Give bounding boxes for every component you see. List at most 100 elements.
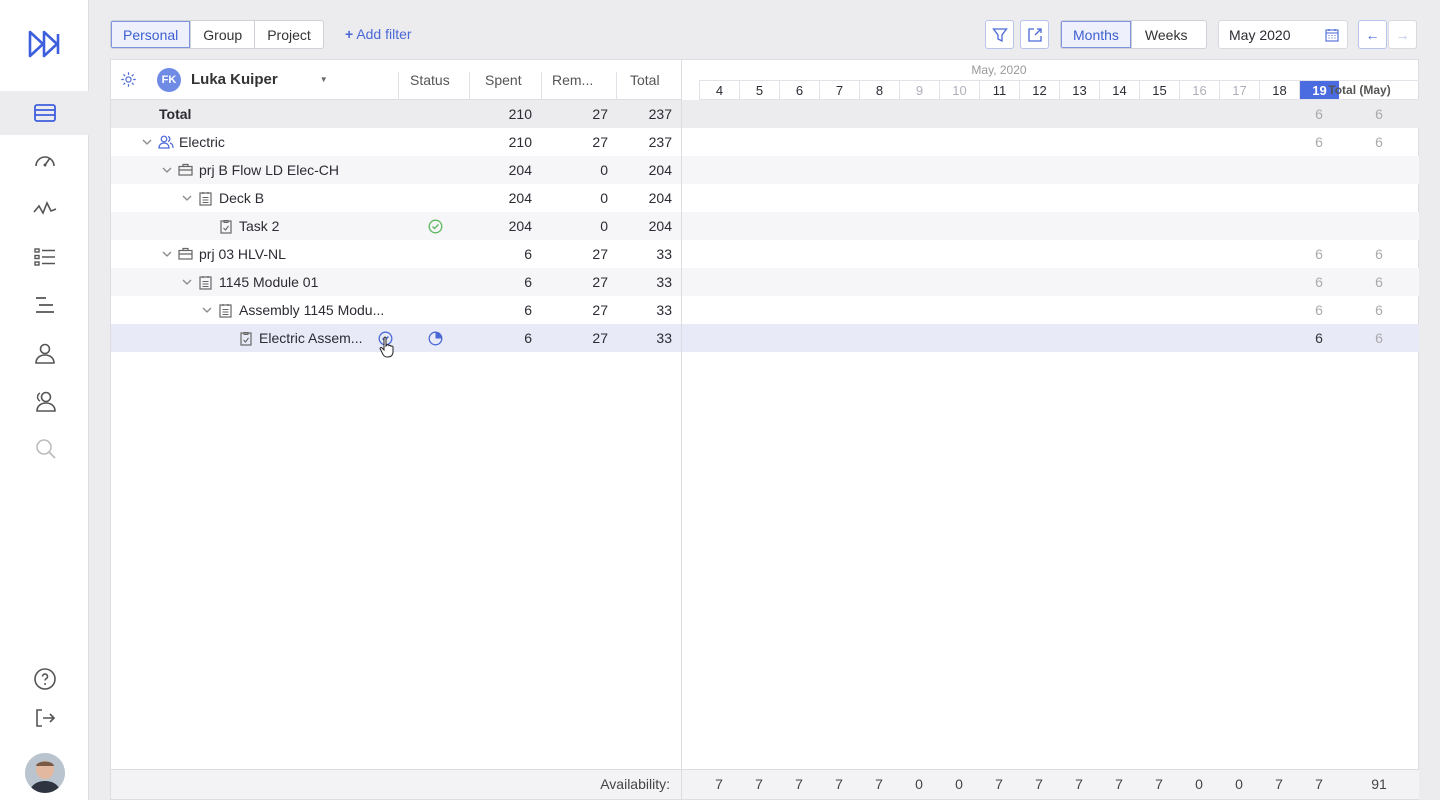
day-header[interactable]: 9 (899, 80, 939, 100)
add-filter-button[interactable]: + Add filter (345, 26, 412, 42)
calendar-row[interactable]: 66 (682, 100, 1419, 128)
calendar-row[interactable] (682, 156, 1419, 184)
chevron-down-icon[interactable] (162, 166, 172, 174)
user-selector[interactable]: FK Luka Kuiper ▼ (157, 60, 328, 99)
day-header[interactable]: 12 (1019, 80, 1059, 100)
nav-activity[interactable] (0, 187, 89, 231)
calendar-row[interactable]: 66 (682, 324, 1419, 352)
table-row[interactable]: Deck B 204 0 204 (111, 184, 681, 212)
col-status[interactable]: Status (410, 60, 450, 99)
cell-day-19[interactable]: 6 (1299, 274, 1339, 290)
availability-value: 7 (795, 776, 803, 792)
calendar-row[interactable]: 66 (682, 268, 1419, 296)
day-header[interactable]: 8 (859, 80, 899, 100)
chevron-down-icon[interactable] (202, 306, 212, 314)
day-header[interactable]: 5 (739, 80, 779, 100)
table-row[interactable]: Electric 210 27 237 (111, 128, 681, 156)
export-icon (1027, 27, 1042, 42)
date-picker[interactable]: May 2020 (1218, 20, 1348, 49)
day-header[interactable]: 14 (1099, 80, 1139, 100)
calendar-row[interactable]: 66 (682, 240, 1419, 268)
settings-button[interactable] (120, 60, 137, 99)
chevron-down-icon[interactable] (162, 250, 172, 258)
nav-user[interactable] (0, 331, 89, 375)
next-period-button[interactable]: → (1388, 20, 1417, 49)
availability-value: 7 (1115, 776, 1123, 792)
day-header[interactable]: 16 (1179, 80, 1219, 100)
calendar-row[interactable] (682, 184, 1419, 212)
chevron-down-icon[interactable] (142, 138, 152, 146)
availability-value: 7 (1315, 776, 1323, 792)
chevron-down-icon[interactable] (182, 194, 192, 202)
filter-button[interactable] (985, 20, 1014, 49)
scale-weeks-button[interactable]: Weeks (1132, 21, 1207, 48)
nav-tasks[interactable] (0, 235, 89, 279)
user-initials-badge: FK (157, 67, 181, 92)
col-total[interactable]: Total (630, 60, 660, 99)
calendar-row[interactable] (682, 212, 1419, 240)
row-name: Assembly 1145 Modu... (239, 302, 385, 318)
status-done-icon[interactable] (428, 219, 443, 234)
view-personal-button[interactable]: Personal (111, 21, 192, 48)
document-icon (199, 276, 212, 290)
day-header[interactable]: 7 (819, 80, 859, 100)
nav-team[interactable] (0, 379, 89, 423)
row-name: Total (159, 106, 192, 122)
calendar-row[interactable]: 66 (682, 128, 1419, 156)
day-header[interactable]: 11 (979, 80, 1019, 100)
users-icon (35, 391, 56, 412)
availability-value: 7 (995, 776, 1003, 792)
table-row[interactable]: Task 2 204 0 204 (111, 212, 681, 240)
day-header[interactable]: 15 (1139, 80, 1179, 100)
row-spent: 204 (508, 162, 532, 178)
row-total: 204 (648, 190, 672, 206)
row-spent: 204 (508, 218, 532, 234)
view-group-button[interactable]: Group (191, 21, 256, 48)
cell-day-19[interactable]: 6 (1299, 302, 1339, 318)
speedometer-icon (34, 156, 55, 167)
day-header[interactable]: 6 (779, 80, 819, 100)
row-total: 33 (656, 274, 672, 290)
view-project-button[interactable]: Project (255, 21, 323, 48)
cell-total-month: 6 (1375, 106, 1383, 122)
day-header[interactable]: 13 (1059, 80, 1099, 100)
row-total: 204 (648, 218, 672, 234)
cell-day-19[interactable]: 6 (1299, 134, 1339, 150)
cell-total-month: 6 (1375, 134, 1383, 150)
avatar[interactable] (25, 753, 65, 793)
cell-day-19[interactable]: 6 (1299, 246, 1339, 262)
scale-months-button[interactable]: Months (1061, 21, 1132, 48)
cell-day-19[interactable]: 6 (1299, 330, 1339, 346)
row-spent: 6 (524, 246, 532, 262)
nav-timesheet[interactable] (0, 91, 89, 135)
col-remaining[interactable]: Rem... (552, 60, 593, 99)
arrow-right-icon: → (1395, 26, 1410, 43)
calendar-row[interactable]: 66 (682, 296, 1419, 324)
day-header[interactable]: 18 (1259, 80, 1299, 100)
table-row[interactable]: 1145 Module 01 6 27 33 (111, 268, 681, 296)
chevron-down-icon[interactable] (182, 278, 192, 286)
task-grid: FK Luka Kuiper ▼ Status Spent Rem... Tot… (110, 59, 681, 800)
availability-value: 7 (875, 776, 883, 792)
table-row[interactable]: prj B Flow LD Elec-CH 204 0 204 (111, 156, 681, 184)
day-header[interactable]: 10 (939, 80, 979, 100)
day-header[interactable]: 17 (1219, 80, 1259, 100)
nav-logout[interactable] (0, 696, 89, 740)
cell-day-19[interactable]: 6 (1299, 106, 1339, 122)
table-row[interactable]: prj 03 HLV-NL 6 27 33 (111, 240, 681, 268)
nav-gantt[interactable] (0, 283, 89, 327)
arrow-left-icon: ← (1365, 26, 1380, 43)
prev-period-button[interactable]: ← (1358, 20, 1387, 49)
table-row[interactable]: Assembly 1145 Modu... 6 27 33 (111, 296, 681, 324)
col-spent[interactable]: Spent (485, 60, 522, 99)
nav-help[interactable] (0, 657, 89, 701)
app-logo-icon[interactable] (27, 29, 63, 59)
table-row-selected[interactable]: Electric Assem... 6 27 33 (111, 324, 681, 358)
row-total: 33 (656, 302, 672, 318)
export-button[interactable] (1020, 20, 1049, 49)
day-header[interactable]: 4 (699, 80, 739, 100)
status-in-progress-icon[interactable] (428, 331, 443, 346)
nav-search-resource[interactable] (0, 427, 89, 471)
availability-value: 7 (1155, 776, 1163, 792)
nav-dashboard[interactable] (0, 139, 89, 183)
